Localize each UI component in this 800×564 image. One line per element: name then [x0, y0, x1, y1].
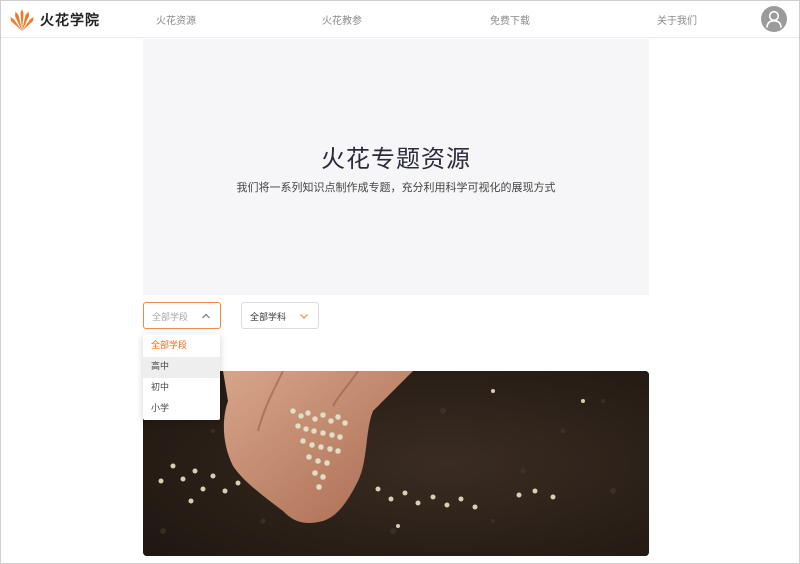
- stage-select-value: 全部学段: [152, 313, 189, 323]
- page-title: 火花专题资源: [321, 145, 471, 173]
- user-avatar[interactable]: [761, 6, 787, 32]
- brand-name[interactable]: 火花学院: [40, 10, 100, 30]
- subject-select[interactable]: 全部学科: [241, 302, 319, 329]
- nav-item-free-download[interactable]: 免费下载: [490, 12, 530, 27]
- dropdown-option-junior-high[interactable]: 初中: [143, 378, 220, 399]
- top-navbar: 火花学院 火花资源 火花教参 免费下载 关于我们: [1, 1, 799, 38]
- page-subtitle: 我们将一系列知识点制作成专题，充分利用科学可视化的展现方式: [236, 181, 556, 194]
- dropdown-option-senior-high[interactable]: 高中: [143, 357, 220, 378]
- nav-item-about-us[interactable]: 关于我们: [657, 12, 697, 27]
- user-icon: [766, 10, 782, 28]
- brand-logo-icon[interactable]: [9, 7, 35, 33]
- hero-section: 火花专题资源 我们将一系列知识点制作成专题，充分利用科学可视化的展现方式: [143, 39, 649, 295]
- chevron-up-icon: [202, 313, 210, 319]
- stage-select[interactable]: 全部学段: [143, 302, 221, 329]
- dropdown-option-all-stages[interactable]: 全部学段: [143, 336, 220, 357]
- stage-dropdown-menu: 全部学段 高中 初中 小学: [143, 334, 220, 420]
- nav-item-teaching-reference[interactable]: 火花教参: [322, 12, 362, 27]
- dropdown-option-primary[interactable]: 小学: [143, 399, 220, 420]
- nav-item-resources[interactable]: 火花资源: [156, 12, 196, 27]
- subject-select-value: 全部学科: [250, 313, 287, 323]
- chevron-down-icon: [300, 314, 308, 319]
